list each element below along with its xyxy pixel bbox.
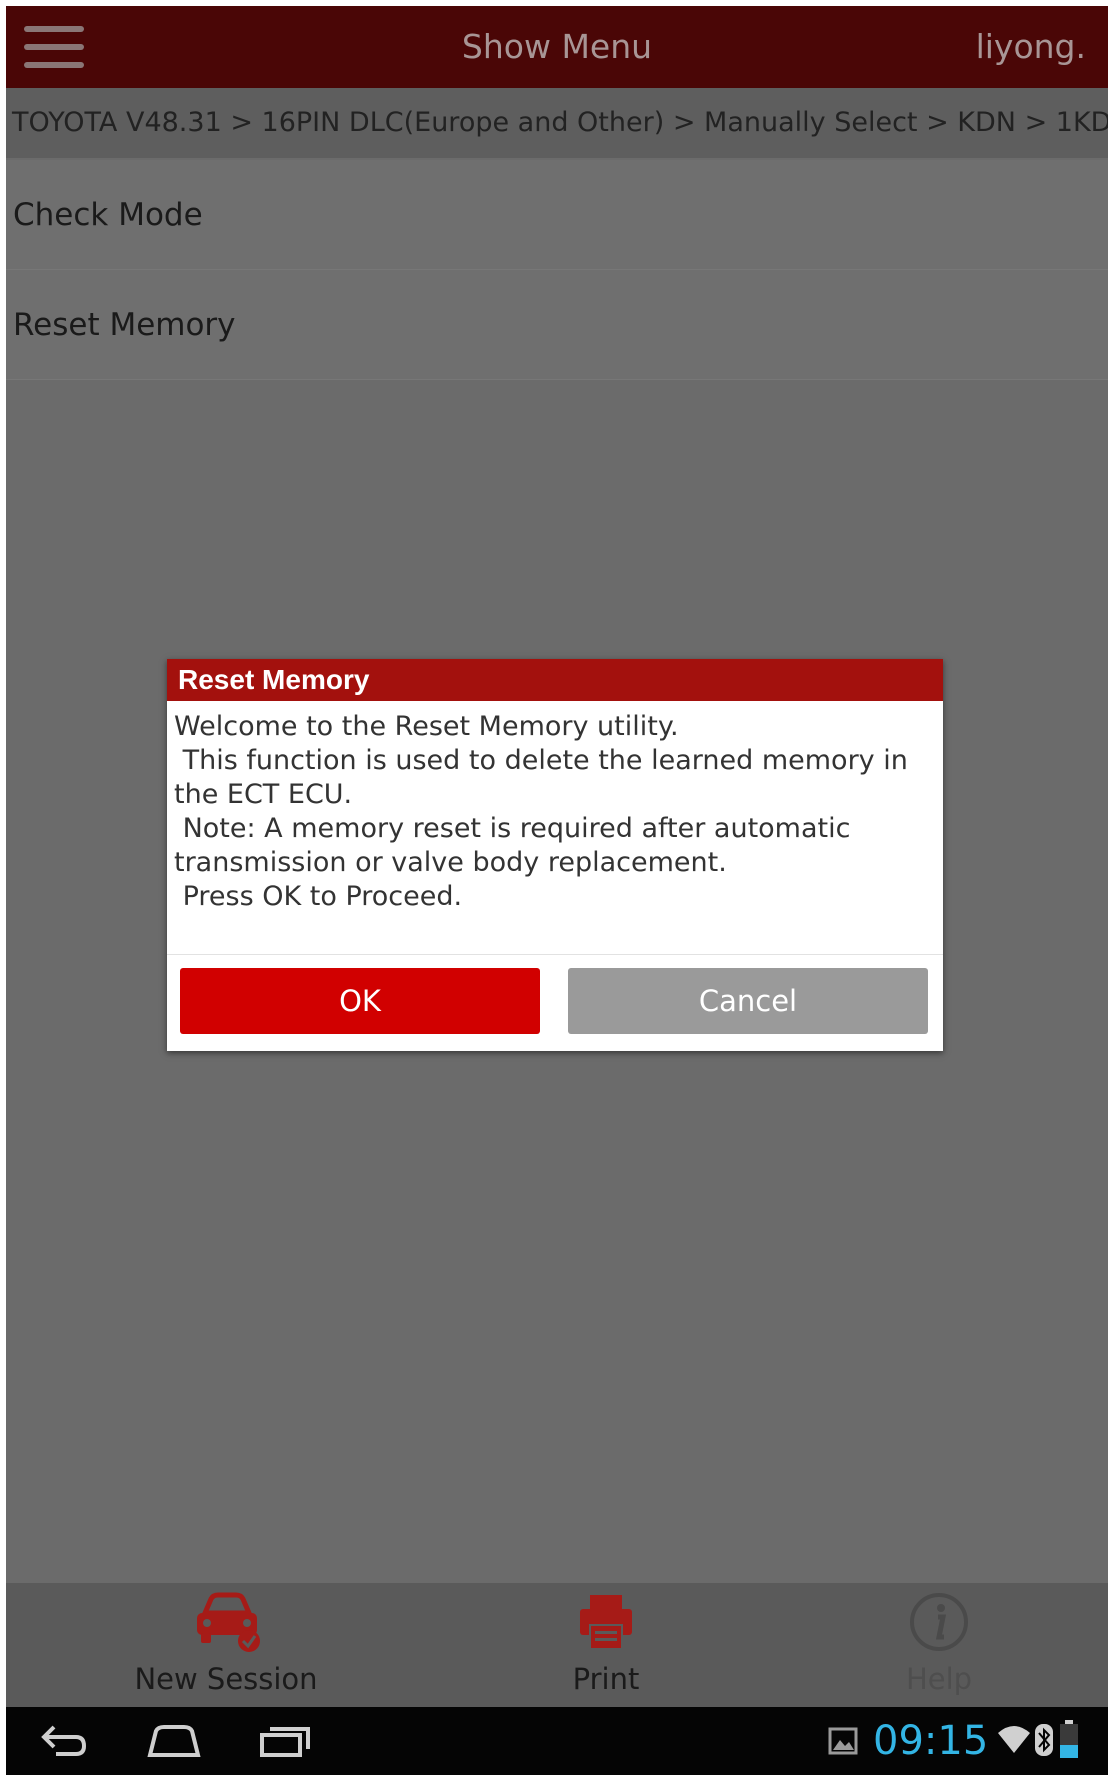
menu-item-reset-memory[interactable]: Reset Memory xyxy=(6,270,1108,380)
print-button[interactable]: Print xyxy=(486,1583,726,1707)
help-button[interactable]: Help xyxy=(819,1583,1059,1707)
system-nav-bar: 09:15 xyxy=(6,1707,1108,1775)
bottom-toolbar: New Session Print Help xyxy=(6,1583,1108,1707)
printer-icon xyxy=(580,1595,632,1650)
dialog-divider xyxy=(167,954,943,955)
recent-apps-icon[interactable] xyxy=(256,1721,312,1761)
cancel-button[interactable]: Cancel xyxy=(568,968,928,1034)
reset-memory-dialog: Reset Memory Welcome to the Reset Memory… xyxy=(167,659,943,1051)
new-session-label: New Session xyxy=(134,1662,318,1696)
dialog-title: Reset Memory xyxy=(167,659,943,701)
help-label: Help xyxy=(905,1662,973,1696)
wifi-icon xyxy=(998,1726,1030,1753)
back-icon[interactable] xyxy=(36,1721,88,1761)
new-session-button[interactable]: New Session xyxy=(106,1583,346,1707)
breadcrumb: TOYOTA V48.31 > 16PIN DLC(Europe and Oth… xyxy=(6,88,1108,158)
car-check-icon xyxy=(197,1592,260,1652)
top-bar: Show Menu liyong. xyxy=(6,6,1108,88)
battery-icon xyxy=(1060,1720,1078,1758)
menu-item-check-mode[interactable]: Check Mode xyxy=(6,160,1108,270)
info-icon xyxy=(910,1593,968,1651)
show-menu-button[interactable]: Show Menu xyxy=(6,6,1108,88)
print-label: Print xyxy=(572,1662,640,1696)
ok-button[interactable]: OK xyxy=(180,968,540,1034)
clock: 09:15 xyxy=(873,1718,989,1764)
home-icon[interactable] xyxy=(146,1721,202,1761)
gallery-icon xyxy=(828,1727,858,1755)
bluetooth-icon xyxy=(1035,1724,1053,1756)
app-screen: Show Menu liyong. TOYOTA V48.31 > 16PIN … xyxy=(6,6,1108,1775)
dialog-message: Welcome to the Reset Memory utility. Thi… xyxy=(174,711,908,912)
username-label: liyong. xyxy=(975,27,1086,66)
